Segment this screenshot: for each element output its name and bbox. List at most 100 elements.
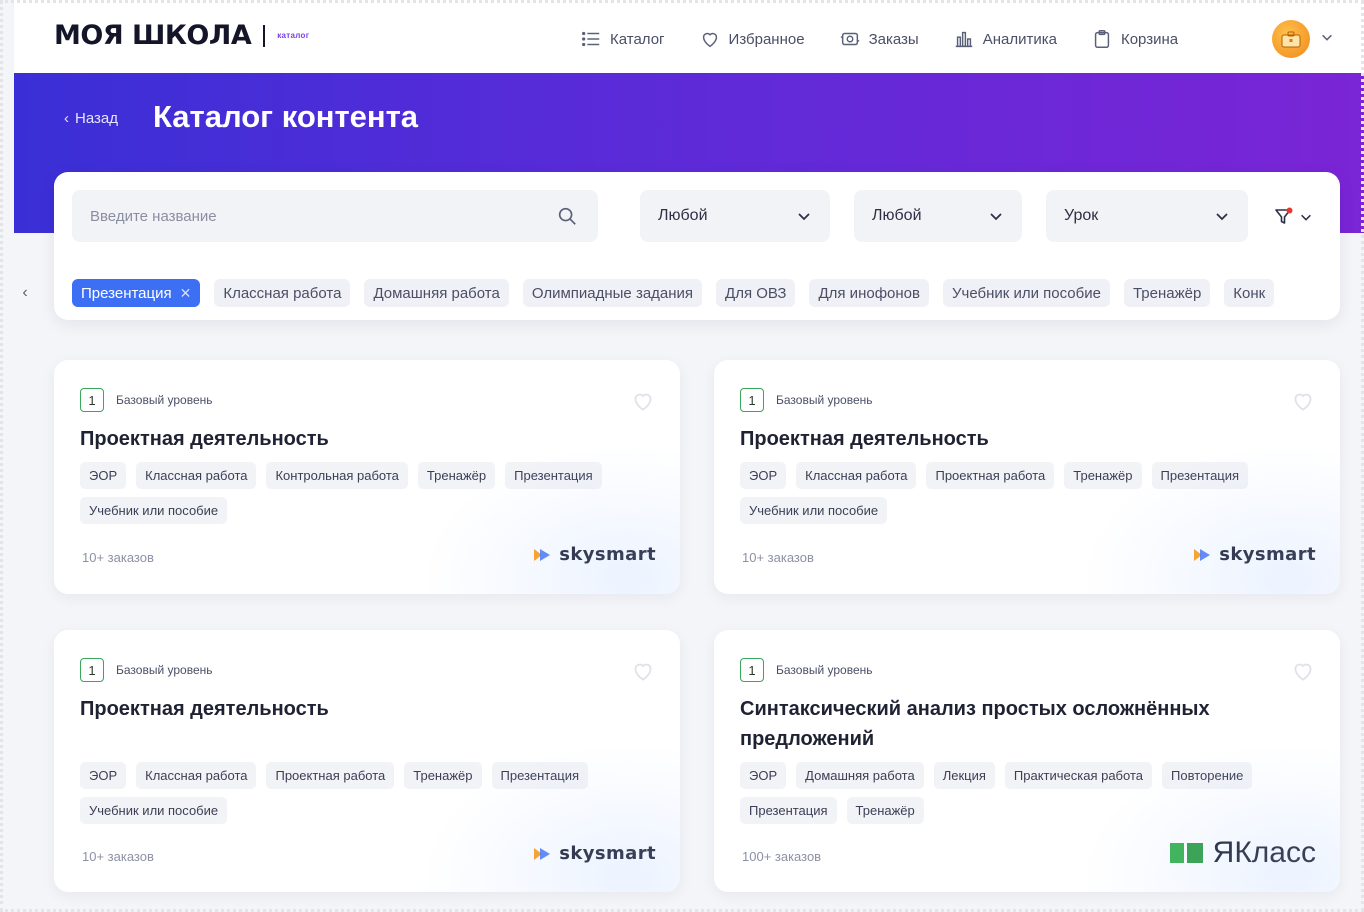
nav-analytics[interactable]: Аналитика [953,28,1057,50]
level-badge: 1 [740,658,764,682]
brand-name: ЯКласс [1212,836,1316,869]
brand-logo: ЯКласс [1169,836,1316,870]
filter-select-1-value: Любой [658,207,708,224]
orders-count: 100+ заказов [742,849,822,864]
filter-panel: Любой Любой Урок Презентация ✕ Классная … [54,172,1340,320]
level-text: Базовый уровень [116,393,213,407]
nav-favorites[interactable]: Избранное [699,28,805,50]
tag[interactable]: Проектная работа [266,762,395,789]
tag[interactable]: Проектная работа [926,462,1055,489]
tag[interactable]: Презентация [491,762,589,789]
level-row: 1 Базовый уровень [80,388,213,412]
tag[interactable]: Классная работа [796,462,917,489]
chip-label: Для ОВЗ [725,284,787,302]
content-card[interactable]: 1 Базовый уровень Проектная деятельность… [714,360,1340,594]
level-badge: 1 [80,388,104,412]
tag[interactable]: Лекция [933,762,995,789]
tag[interactable]: Презентация [740,797,837,824]
chip-presentation[interactable]: Презентация ✕ [72,279,201,307]
card-title[interactable]: Проектная деятельность [740,424,1260,454]
chip-label: Тренажёр [1132,284,1202,302]
tag[interactable]: Классная работа [136,762,257,789]
logo[interactable]: моя школа каталог [54,20,309,51]
user-avatar[interactable] [1272,20,1310,58]
heart-icon[interactable] [630,658,656,684]
back-label: Назад [75,110,118,127]
heart-icon[interactable] [630,388,656,414]
clipboard-icon [1094,30,1110,48]
tag[interactable]: ЭОР [80,762,127,789]
chip-label: Для инофонов [818,284,920,302]
content-card[interactable]: 1 Базовый уровень Проектная деятельность… [54,630,680,892]
tag[interactable]: Презентация [505,462,602,489]
chip-label: Классная работа [223,284,342,302]
skysmart-logo-icon [534,548,551,561]
search-box [72,190,598,242]
nav-catalog[interactable]: Каталог [580,28,665,50]
card-tags: ЭОР Домашняя работа Лекция Практическая … [740,762,1320,824]
tag[interactable]: ЭОР [80,462,127,489]
chip-trainer[interactable]: Тренажёр [1123,279,1211,307]
close-icon[interactable]: ✕ [180,285,192,302]
chip-label: Презентация [81,284,172,302]
filter-select-2[interactable]: Любой [854,190,1022,242]
tag[interactable]: Учебник или пособие [80,497,228,524]
chip-homework[interactable]: Домашняя работа [364,279,509,307]
nav-cart[interactable]: Корзина [1091,28,1178,50]
tag[interactable]: Тренажёр [404,762,482,789]
chip-class-work[interactable]: Классная работа [214,279,351,307]
page-title: Каталог контента [153,99,419,134]
tag[interactable]: Учебник или пособие [80,797,228,824]
back-link[interactable]: ‹ Назад [64,110,118,127]
heart-icon[interactable] [1290,388,1316,414]
chip-label: Олимпиадные задания [531,284,694,302]
content-card[interactable]: 1 Базовый уровень Проектная деятельность… [54,360,680,594]
chip-olympiad[interactable]: Олимпиадные задания [522,279,703,307]
heart-icon[interactable] [1290,658,1316,684]
chip-contest[interactable]: Конк [1224,279,1275,307]
brand-name: skysmart [1219,544,1316,565]
briefcase-icon [1281,31,1301,48]
tag[interactable]: Тренажёр [417,462,496,489]
advanced-filter-button[interactable] [1268,200,1318,234]
filter-icon [1275,207,1293,224]
tag[interactable]: Учебник или пособие [740,497,888,524]
brand-logo: skysmart [533,544,656,565]
chevron-down-icon [798,213,810,221]
nav-orders-label: Заказы [868,30,919,48]
tag[interactable]: Практическая работа [1004,762,1152,789]
filter-select-type[interactable]: Урок [1046,190,1248,242]
chip-foreign-speakers[interactable]: Для инофонов [809,279,929,307]
tag[interactable]: Презентация [1151,462,1249,489]
tag[interactable]: Тренажёр [846,797,924,824]
tag[interactable]: ЭОР [740,762,787,789]
chip-ovz[interactable]: Для ОВЗ [716,279,796,307]
card-title[interactable]: Проектная деятельность [80,424,600,454]
orders-count: 10+ заказов [82,550,154,565]
level-text: Базовый уровень [776,393,873,407]
brand-name: skysmart [559,544,656,565]
level-badge: 1 [80,658,104,682]
level-badge: 1 [740,388,764,412]
tag[interactable]: Контрольная работа [266,462,408,489]
chip-textbook[interactable]: Учебник или пособие [942,279,1110,307]
card-tags: ЭОР Классная работа Контрольная работа Т… [80,462,660,524]
card-title[interactable]: Проектная деятельность [80,694,600,724]
chevron-left-icon[interactable]: ‹ [14,280,36,306]
search-icon[interactable] [556,205,578,227]
tag[interactable]: Повторение [1162,762,1253,789]
heart-icon [702,32,717,48]
tag[interactable]: Домашняя работа [796,762,924,789]
level-row: 1 Базовый уровень [740,388,873,412]
nav-orders[interactable]: Заказы [839,28,919,50]
level-row: 1 Базовый уровень [80,658,213,682]
tag[interactable]: ЭОР [740,462,787,489]
content-card[interactable]: 1 Базовый уровень Синтаксический анализ … [714,630,1340,892]
card-title[interactable]: Синтаксический анализ простых осложнённы… [740,694,1230,754]
tag[interactable]: Тренажёр [1064,462,1142,489]
filter-select-1[interactable]: Любой [640,190,830,242]
search-input[interactable] [72,207,552,225]
filter-select-type-value: Урок [1064,207,1099,224]
chevron-down-icon[interactable] [1320,30,1334,44]
tag[interactable]: Классная работа [136,462,257,489]
